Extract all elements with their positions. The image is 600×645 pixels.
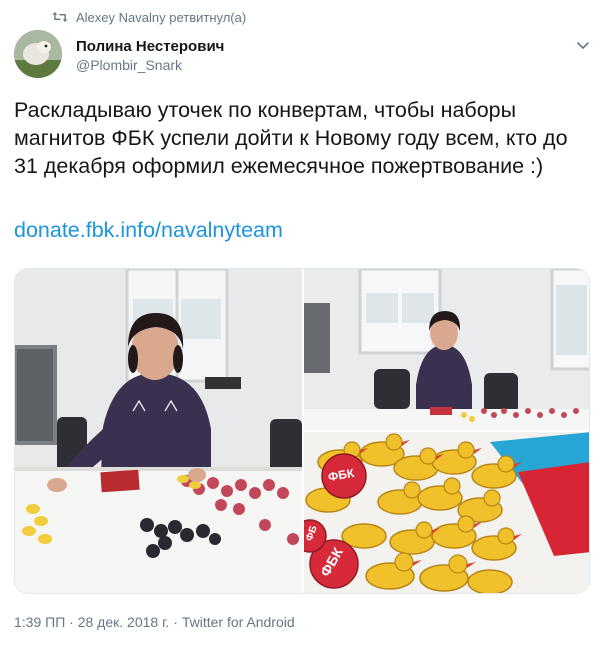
avatar[interactable] [14, 30, 62, 78]
tweet-source[interactable]: Twitter for Android [182, 614, 295, 630]
retweet-label: Alexey Navalny ретвитнул(а) [76, 9, 247, 25]
tweet-link[interactable]: donate.fbk.info/navalnyteam [14, 216, 283, 244]
photo-right-bottom[interactable]: ФБК ФБК ФБ [304, 432, 589, 593]
meta-separator: · [69, 614, 74, 630]
retweet-icon [52, 11, 68, 23]
photo-left[interactable] [15, 269, 302, 593]
author-name[interactable]: Полина Нестерович [76, 38, 224, 55]
tweet-date[interactable]: 28 дек. 2018 г. [78, 614, 170, 630]
chevron-down-icon[interactable] [574, 36, 592, 54]
tweet-time[interactable]: 1:39 ПП [14, 614, 65, 630]
author-handle[interactable]: @Plombir_Snark [76, 57, 182, 73]
photo-right-top[interactable] [304, 269, 589, 430]
meta-separator: · [173, 614, 178, 630]
retweet-context[interactable]: Alexey Navalny ретвитнул(а) [52, 8, 246, 26]
tweet-text: Раскладываю уточек по конвертам, чтобы н… [14, 98, 568, 178]
tweet-meta: 1:39 ПП · 28 дек. 2018 г. · Twitter for … [14, 614, 295, 630]
media-grid[interactable]: ФБК ФБК ФБ [14, 268, 590, 594]
